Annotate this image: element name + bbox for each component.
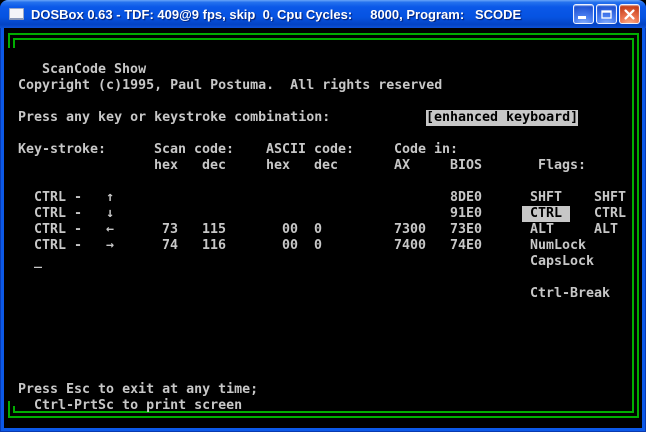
dosbox-window: DOSBox 0.63 - TDF: 409@9 fps, skip 0, Cp… [0,0,646,432]
col-header-codein: Code in: [394,142,459,157]
flag-shft-right: SHFT [594,190,627,205]
ascii-dec: 0 [314,238,323,253]
scan-hex: 73 [162,222,179,237]
minimize-icon [578,16,586,19]
maximize-icon [601,10,612,19]
minimize-button[interactable] [573,4,594,24]
copyright-text: Copyright (c)1995, Paul Postuma. All rig… [18,78,443,93]
text-cursor: _ [34,254,43,269]
dash: - [74,190,83,205]
border-corner-stub [13,38,15,48]
table-header-row: Key-stroke: Scan code: ASCII code: Code in: [4,142,642,158]
dash: - [74,206,83,221]
subheader-scan-hex: hex [154,158,179,173]
flag-alt-left: ALT [530,222,555,237]
flag-ctrl-left-active: CTRL [522,206,571,222]
scan-hex: 74 [162,238,179,253]
subheader-bios: BIOS [450,158,483,173]
bios-value: 91E0 [450,206,483,221]
ascii-dec: 0 [314,222,323,237]
ascii-hex: 00 [282,238,299,253]
bios-value: 74E0 [450,238,483,253]
subheader-ascii-dec: dec [314,158,339,173]
key-name: CTRL [34,238,67,253]
flag-ctrl-right: CTRL [594,206,627,221]
flag-ctrl-break: Ctrl-Break [530,286,611,301]
dash: - [74,222,83,237]
dosbox-app-icon [9,8,24,20]
col-header-ascii: ASCII code: [266,142,355,157]
keyboard-mode-badge: [enhanced keyboard] [426,110,579,126]
keystroke-row: CTRL - ↓ 91E0 CTRL CTRL [4,206,642,222]
window-controls [573,4,640,24]
subheader-scan-dec: dec [202,158,227,173]
border-corner-stub [8,33,10,48]
flag-shft-left: SHFT [530,190,563,205]
print-hint: Ctrl-PrtSc to print screen [34,398,243,413]
bios-value: 73E0 [450,222,483,237]
arrow-down-icon: ↓ [106,206,115,221]
col-header-flags: Flags: [538,158,587,173]
close-button[interactable] [619,4,640,24]
scan-dec: 116 [202,238,227,253]
key-name: CTRL [34,206,67,221]
arrow-up-icon: ↑ [106,190,115,205]
subheader-ascii-hex: hex [266,158,291,173]
copyright-row: Copyright (c)1995, Paul Postuma. All rig… [4,78,642,94]
ascii-hex: 00 [282,222,299,237]
ax-value: 7300 [394,222,427,237]
ax-value: 7400 [394,238,427,253]
bios-value: 8DE0 [450,190,483,205]
program-name: ScanCode Show [42,62,147,77]
maximize-button[interactable] [596,4,617,24]
hint-row: Press Esc to exit at any time; [4,382,642,398]
table-subheader-row: hex dec hex dec AX BIOS Flags: [4,158,642,174]
dash: - [74,238,83,253]
keystroke-row: CTRL - ← 73 115 00 0 7300 73E0 ALT ALT [4,222,642,238]
dos-screen[interactable]: ScanCode Show Copyright (c)1995, Paul Pos… [4,28,642,428]
key-name: CTRL [34,190,67,205]
flag-alt-right: ALT [594,222,619,237]
scan-dec: 115 [202,222,227,237]
exit-hint: Press Esc to exit at any time; [18,382,259,397]
prompt-row: Press any key or keystroke combination: [… [4,110,642,126]
window-title: DOSBox 0.63 - TDF: 409@9 fps, skip 0, Cp… [31,6,522,22]
col-header-keystroke: Key-stroke: [18,142,107,157]
prompt-text: Press any key or keystroke combination: [18,110,331,125]
hint-row: Ctrl-PrtSc to print screen [4,398,642,414]
program-title-row: ScanCode Show [4,62,642,78]
subheader-ax: AX [394,158,411,173]
flag-capslock: CapsLock [530,254,595,269]
flag-row: Ctrl-Break [4,286,642,302]
flag-numlock: NumLock [530,238,587,253]
arrow-left-icon: ← [106,222,115,237]
key-name: CTRL [34,222,67,237]
keystroke-row: CTRL - ↑ 8DE0 SHFT SHFT [4,190,642,206]
keystroke-row: CTRL - → 74 116 00 0 7400 74E0 NumLock [4,238,642,254]
arrow-right-icon: → [106,238,115,253]
cursor-row: _ CapsLock [4,254,642,270]
col-header-scancode: Scan code: [154,142,235,157]
titlebar[interactable]: DOSBox 0.63 - TDF: 409@9 fps, skip 0, Cp… [0,0,646,28]
close-icon [624,8,635,20]
